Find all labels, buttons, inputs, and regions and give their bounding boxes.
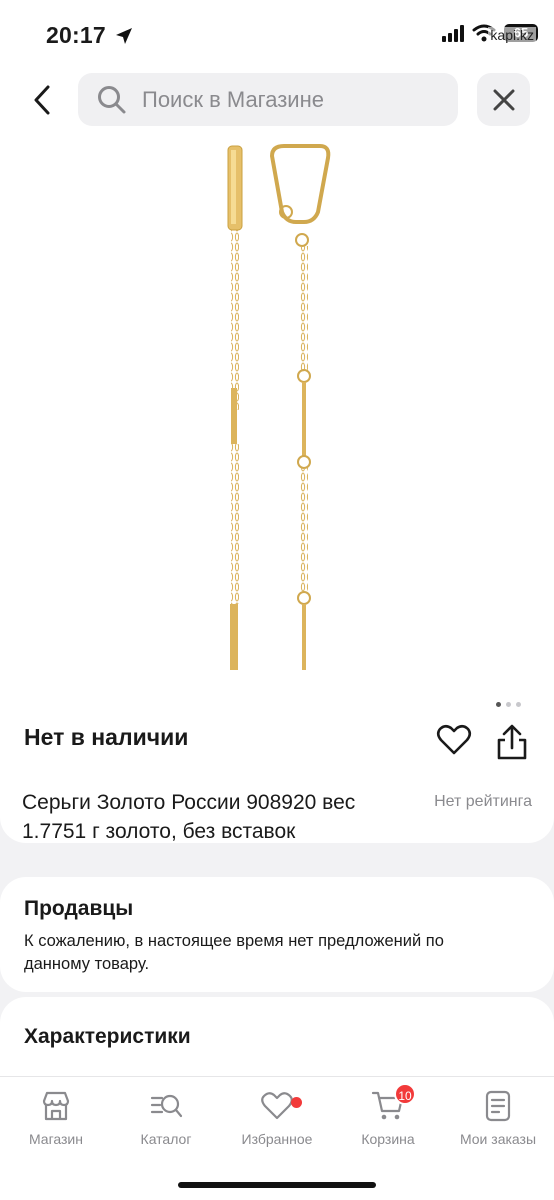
tab-cart[interactable]: 10 Корзина xyxy=(338,1083,438,1147)
characteristics-section[interactable]: Характеристики xyxy=(0,997,554,1087)
product-image[interactable] xyxy=(0,132,554,692)
tab-store[interactable]: Магазин xyxy=(6,1089,106,1147)
availability-status: Нет в наличии xyxy=(24,724,189,750)
image-pager-dots[interactable] xyxy=(496,702,521,707)
status-bar: 20:17 65 kapi.kz xyxy=(0,0,554,70)
tab-label: Корзина xyxy=(361,1131,415,1147)
close-icon xyxy=(493,89,514,110)
catalog-search-icon xyxy=(150,1094,183,1118)
close-button[interactable] xyxy=(477,73,530,126)
sellers-title: Продавцы xyxy=(24,897,134,920)
pager-dot xyxy=(496,702,501,707)
characteristics-title: Характеристики xyxy=(24,1025,191,1048)
watermark: kapi.kz xyxy=(488,27,536,43)
location-arrow-icon xyxy=(116,28,132,44)
pager-dot xyxy=(506,702,511,707)
cart-count-badge: 10 xyxy=(394,1083,416,1105)
sellers-message: К сожалению, в настоящее время нет предл… xyxy=(24,932,444,973)
home-indicator xyxy=(178,1182,376,1188)
orders-icon xyxy=(485,1090,511,1122)
heart-icon xyxy=(261,1092,293,1120)
tab-my-orders[interactable]: Мои заказы xyxy=(448,1089,548,1147)
favorites-notification-dot xyxy=(291,1097,302,1108)
cellular-signal-icon xyxy=(442,24,464,42)
favorite-heart-icon[interactable] xyxy=(436,722,472,758)
product-card: Нет в наличии Серьги Золото России 90892… xyxy=(0,132,554,843)
search-icon xyxy=(98,85,126,113)
tab-favorites[interactable]: Избранное xyxy=(227,1089,327,1147)
search-placeholder: Поиск в Магазине xyxy=(142,86,324,112)
sellers-section: Продавцы К сожалению, в настоящее время … xyxy=(0,877,554,992)
share-icon[interactable] xyxy=(494,722,530,762)
product-rating: Нет рейтинга xyxy=(434,793,532,810)
search-input[interactable]: Поиск в Магазине xyxy=(78,73,458,126)
product-title: Серьги Золото России 908920 вес 1.7751 г… xyxy=(22,791,356,843)
bottom-tab-bar: Магазин Каталог Избранное 10 Корзина Мои… xyxy=(0,1076,554,1200)
back-button[interactable] xyxy=(24,78,60,122)
tab-label: Каталог xyxy=(140,1131,192,1147)
chevron-left-icon xyxy=(34,85,50,115)
status-time: 20:17 xyxy=(46,22,106,48)
tab-label: Мои заказы xyxy=(459,1131,537,1147)
tab-label: Избранное xyxy=(241,1131,313,1147)
tab-label: Магазин xyxy=(28,1131,83,1147)
tab-catalog[interactable]: Каталог xyxy=(116,1089,216,1147)
pager-dot xyxy=(516,702,521,707)
store-icon xyxy=(42,1091,70,1121)
search-header: Поиск в Магазине xyxy=(0,70,554,132)
